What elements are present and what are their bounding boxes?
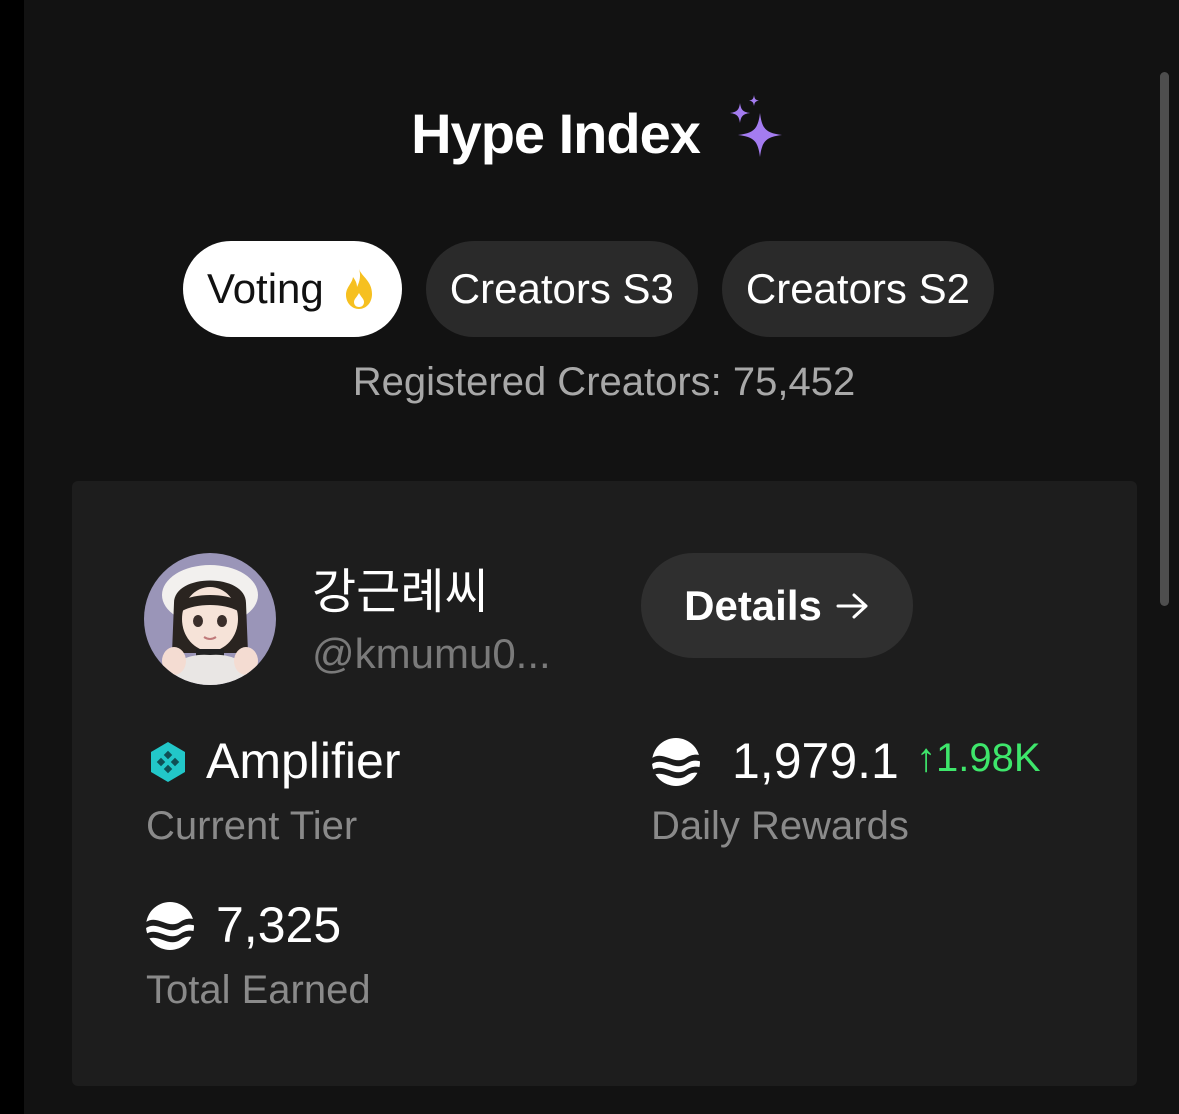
daily-rewards-change: ↑1.98K xyxy=(916,736,1041,780)
details-button-label: Details xyxy=(684,581,822,629)
tab-creators-s2[interactable]: Creators S2 xyxy=(721,241,994,337)
sparkle-icon xyxy=(729,95,782,157)
total-earned-label: Total Earned xyxy=(146,968,371,1012)
token-icon xyxy=(652,738,702,786)
tab-bar: Voting Creators S3 Creators S2 xyxy=(183,241,994,337)
total-earned-value: 7,325 xyxy=(216,897,342,953)
avatar xyxy=(144,553,276,685)
creator-name: 강근례씨 xyxy=(312,564,489,620)
fire-icon xyxy=(345,269,372,309)
daily-rewards-value: 1,979.1 xyxy=(732,733,899,789)
tab-creators-s3[interactable]: Creators S3 xyxy=(425,241,698,337)
tier-value: Amplifier xyxy=(206,733,401,789)
tier-hexagon-icon xyxy=(151,742,185,782)
daily-rewards-label: Daily Rewards xyxy=(651,804,909,848)
registered-creators-count: Registered Creators: 75,452 xyxy=(352,360,856,404)
arrow-right-icon xyxy=(836,593,868,618)
page-title: Hype Index xyxy=(411,101,701,165)
creator-handle: @kmumu0... xyxy=(312,630,551,677)
tab-voting-label: Voting xyxy=(207,265,324,312)
header: Hype Index xyxy=(0,88,1179,178)
token-icon xyxy=(146,902,196,950)
tab-creators-s2-label: Creators S2 xyxy=(745,265,970,312)
tier-label: Current Tier xyxy=(146,804,358,848)
details-button[interactable]: Details xyxy=(641,553,913,658)
tab-voting[interactable]: Voting xyxy=(183,241,402,337)
tab-creators-s3-label: Creators S3 xyxy=(449,265,674,312)
